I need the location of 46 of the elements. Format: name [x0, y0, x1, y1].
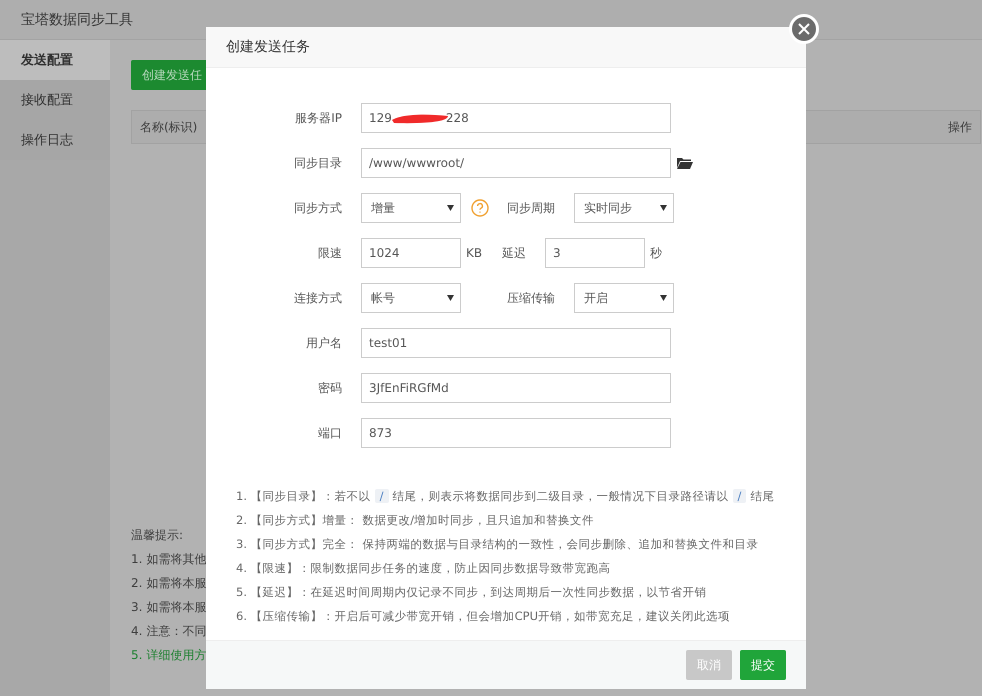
tip-text: 4. 注意：不同 — [131, 623, 206, 640]
select-field[interactable]: 帐号 — [361, 283, 461, 313]
tip-text: 3. 如需将本服 — [131, 599, 206, 616]
column-header: 操作 — [948, 118, 972, 136]
field-label: 同步目录 — [293, 154, 343, 172]
dialog-title: 创建发送任务 — [226, 38, 310, 56]
column-header: 名称(标识) — [140, 118, 198, 136]
note-text: 1. 【同步目录】：若不以 / 结尾，则表示将数据同步到二级目录，一般情况下目录路径请以 / 结尾 — [236, 488, 776, 504]
note-text: 2. 【同步方式】增量： 数据更改/增加时同步，且只追加和替换文件 — [236, 512, 596, 528]
app-title: 宝塔数据同步工具 — [21, 10, 133, 28]
input-field[interactable]: /www/wwwroot/ — [361, 148, 671, 178]
select-field[interactable]: 开启 — [574, 283, 674, 313]
caret-icon — [447, 295, 454, 301]
sidebar-item[interactable]: 发送配置 — [0, 40, 110, 80]
note-text: 6. 【压缩传输】：开启后可减少带宽开销，但会增加CPU开销，如带宽充足，建议关闭此选项 — [236, 608, 732, 624]
field-label: 服务器IP — [294, 110, 343, 126]
field-label: 同步方式 — [293, 200, 343, 216]
note-text: 3. 【同步方式】完全： 保持两端的数据与目录结构的一致性，会同步删除、追加和替换文件和目录 — [236, 536, 760, 552]
tips-title: 温馨提示: — [131, 527, 184, 544]
select-field[interactable]: 实时同步 — [574, 193, 674, 223]
caret-icon — [447, 205, 454, 211]
tip-text: 2. 如需将本服 — [131, 575, 206, 592]
caret-icon — [660, 295, 667, 301]
close-icon — [798, 23, 810, 35]
field-label: 压缩传输 — [506, 290, 556, 306]
input-field[interactable]: 129 228 — [361, 103, 671, 133]
field-label: 同步周期 — [506, 200, 556, 216]
tip-text: 1. 如需将其他 — [131, 551, 206, 568]
field-label: 限速 — [317, 244, 343, 262]
caret-icon — [660, 205, 667, 211]
unit-label: 秒 — [650, 244, 663, 262]
input-field[interactable]: test01 — [361, 328, 671, 358]
input-field[interactable]: 873 — [361, 418, 671, 448]
input-field[interactable]: 3JfEnFiRGfMd — [361, 373, 671, 403]
field-label: 延迟 — [501, 244, 527, 262]
note-text: 5. 【延迟】：在延迟时间周期内仅记录不同步，到达周期后一次性同步数据，以节省开销 — [236, 584, 708, 600]
note-text: 4. 【限速】：限制数据同步任务的速度，防止因同步数据导致带宽跑高 — [236, 560, 612, 576]
field-label: 用户名 — [305, 334, 343, 352]
select-field[interactable]: 增量 — [361, 193, 461, 223]
folder-icon[interactable] — [677, 157, 693, 169]
unit-label: KB — [466, 246, 484, 260]
input-field[interactable]: 1024 — [361, 238, 461, 268]
field-label: 密码 — [317, 380, 343, 396]
input-field[interactable]: 3 — [545, 238, 645, 268]
field-label: 连接方式 — [293, 290, 343, 306]
field-label: 端口 — [317, 424, 343, 442]
